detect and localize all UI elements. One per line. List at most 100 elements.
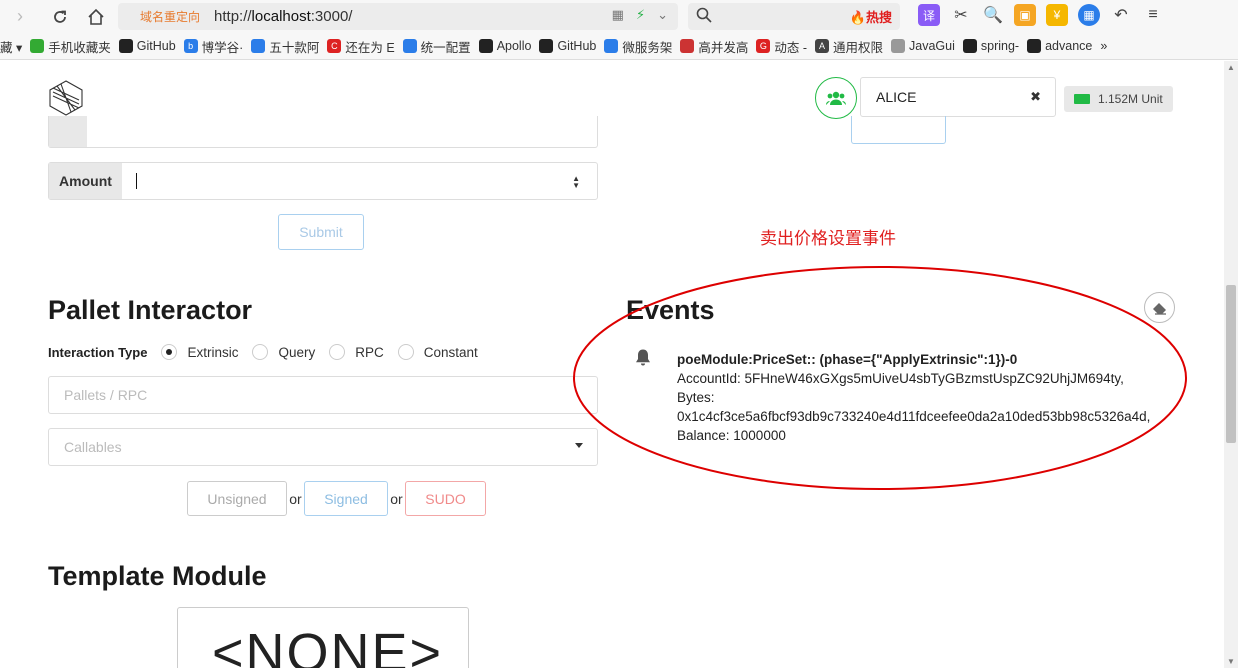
home-icon[interactable] (82, 3, 110, 31)
scroll-up-icon[interactable]: ▲ (1227, 63, 1235, 72)
unsigned-button[interactable]: Unsigned (187, 481, 287, 516)
globe-icon (604, 39, 619, 53)
pallets-placeholder: Pallets / RPC (64, 387, 148, 403)
amount-stepper-icon[interactable]: ▲ ▼ (572, 175, 580, 190)
qr-icon[interactable]: ▦ (612, 7, 624, 23)
page-content: ALICE ✖ 1.152M Unit Amount ▲ ▼ Submit Pal… (0, 61, 1224, 668)
pallet-interactor-title: Pallet Interactor (48, 295, 253, 325)
bookmark-label: JavaGui (909, 39, 955, 53)
bookmark-item[interactable]: 微服务架 (604, 37, 672, 56)
amount-input[interactable]: ▲ ▼ (122, 163, 597, 199)
bookmark-label: 统一配置 (420, 40, 471, 55)
amount-label: Amount (49, 163, 122, 199)
url-text[interactable]: http://localhost:3000/ (214, 8, 352, 25)
chevron-down-icon[interactable]: ⌄ (657, 7, 668, 23)
radio-extrinsic[interactable]: Extrinsic (161, 344, 238, 360)
account-select[interactable]: ALICE ✖ (860, 77, 1056, 117)
sudo-button[interactable]: SUDO (405, 481, 486, 516)
balance-badge: 1.152M Unit (1064, 86, 1173, 112)
github-icon (962, 39, 977, 53)
bookmark-label: GitHub (557, 39, 597, 53)
bookmark-item[interactable]: b 博学谷· (183, 37, 243, 56)
radio-query[interactable]: Query (252, 344, 315, 360)
scissors-icon[interactable]: ✂ (950, 4, 972, 26)
text-caret (136, 173, 137, 189)
bookmark-item[interactable]: C 还在为 E (327, 37, 395, 56)
bookmark-label: 五十款阿 (269, 40, 320, 55)
bookmark-label: » (1100, 39, 1108, 53)
bookmark-item[interactable]: 高并发高 (680, 37, 748, 56)
logo-icon (49, 80, 83, 116)
reload-icon[interactable] (46, 3, 74, 31)
search-box[interactable]: 🔥热搜 (688, 3, 900, 30)
account-icon[interactable] (815, 77, 857, 119)
jian-icon (680, 39, 695, 53)
github-icon (1027, 39, 1042, 53)
bookmark-item[interactable]: 统一配置 (402, 37, 471, 56)
bookmark-item[interactable]: 五十款阿 (251, 37, 319, 56)
G-icon: G (756, 39, 771, 53)
bookmark-label: 手机收藏夹 (48, 40, 111, 55)
bookmark-label: Apollo (496, 39, 532, 53)
redirect-badge: 域名重定向 (140, 10, 201, 24)
lightning-icon[interactable]: ⚡ (636, 7, 645, 23)
magnifier-icon[interactable]: 🔍 (982, 4, 1004, 26)
undo-icon[interactable]: ↶ (1110, 4, 1132, 26)
bookmark-item[interactable]: JavaGui (891, 39, 955, 53)
pallets-dropdown[interactable]: Pallets / RPC (48, 376, 598, 414)
bookmark-item[interactable]: » (1100, 39, 1107, 53)
bookmark-item[interactable]: Apollo (478, 39, 532, 53)
bookmark-item[interactable]: G 动态 - (756, 37, 807, 56)
vertical-scrollbar[interactable]: ▲ ▼ (1224, 61, 1238, 668)
annotation-label: 卖出价格设置事件 (760, 229, 896, 248)
callables-placeholder: Callables (64, 439, 122, 455)
hot-search-label[interactable]: 🔥热搜 (850, 7, 892, 26)
bookmark-item[interactable]: advance (1027, 39, 1092, 53)
bookmark-label: 高并发高 (698, 40, 749, 55)
github-icon (118, 39, 133, 53)
forward-icon[interactable]: › (6, 3, 34, 31)
bookmark-label: 藏 ▾ (0, 40, 23, 55)
bookmark-item[interactable]: 手机收藏夹 (30, 37, 111, 56)
submit-button[interactable]: Submit (278, 214, 364, 250)
interaction-type-group: Interaction Type Extrinsic Query RPC Con… (48, 344, 492, 360)
interaction-type-label: Interaction Type (48, 344, 148, 360)
bookmark-label: GitHub (136, 39, 176, 53)
radio-constant[interactable]: Constant (397, 344, 478, 360)
money-icon (1074, 94, 1090, 104)
bookmark-item[interactable]: A 通用权限 (815, 37, 883, 56)
translate-icon[interactable]: 译 (918, 4, 940, 26)
callables-dropdown[interactable]: Callables (48, 428, 598, 466)
clear-account-icon[interactable]: ✖ (1030, 89, 1041, 105)
bookmark-label: advance (1045, 39, 1093, 53)
apps-icon[interactable]: ▦ (1078, 4, 1100, 26)
scroll-thumb[interactable] (1226, 285, 1236, 443)
partial-button[interactable] (851, 116, 946, 144)
menu-icon[interactable]: ≡ (1142, 4, 1164, 26)
bookmark-label: 还在为 E (345, 40, 395, 55)
bookmark-item[interactable]: spring- (962, 39, 1019, 53)
phone-icon (30, 39, 45, 53)
signed-button[interactable]: Signed (304, 481, 388, 516)
or-label: or (289, 490, 302, 507)
bookmark-item[interactable]: 藏 ▾ (0, 37, 22, 56)
coupon-icon[interactable]: ¥ (1046, 4, 1068, 26)
template-module-title: Template Module (48, 561, 267, 591)
template-value-box: <NONE> (177, 607, 469, 668)
scroll-down-icon[interactable]: ▼ (1227, 657, 1235, 666)
bookmark-item[interactable]: GitHub (118, 39, 176, 53)
bookmark-label: 微服务架 (622, 40, 673, 55)
game-icon[interactable]: ▣ (1014, 4, 1036, 26)
C-icon: C (327, 39, 342, 53)
search-icon (696, 7, 712, 27)
template-value: <NONE> (212, 623, 444, 668)
amount-field[interactable]: Amount ▲ ▼ (48, 162, 598, 200)
annotation-oval (573, 266, 1187, 490)
address-input[interactable] (48, 116, 598, 148)
A-icon: A (815, 39, 830, 53)
bookmark-label: 通用权限 (833, 40, 884, 55)
bookmark-label: 动态 - (774, 40, 808, 55)
address-bar[interactable]: 域名重定向 http://localhost:3000/ ▦ ⚡ ⌄ (118, 3, 678, 30)
bookmark-item[interactable]: GitHub (539, 39, 596, 53)
radio-rpc[interactable]: RPC (329, 344, 384, 360)
